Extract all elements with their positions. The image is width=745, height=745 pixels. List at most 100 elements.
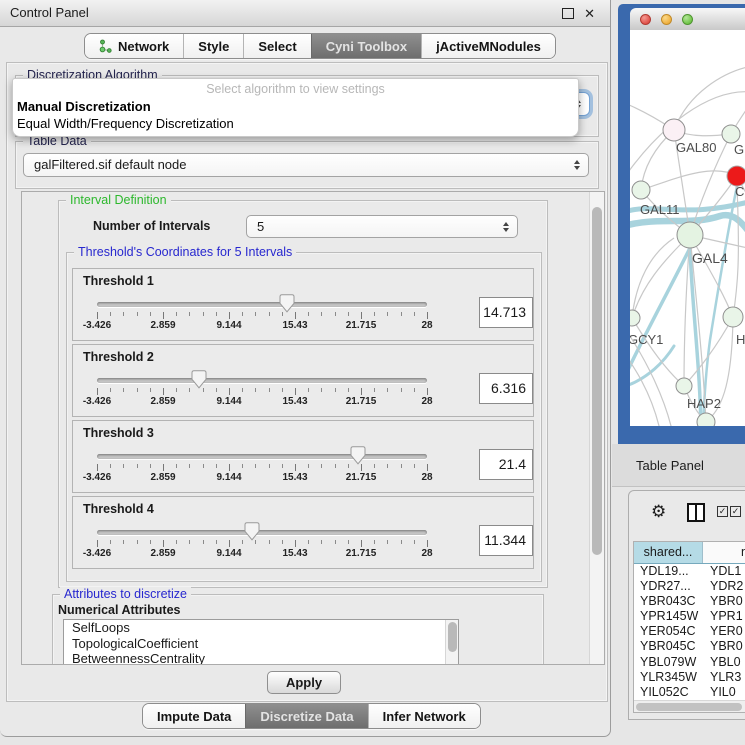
slider-track[interactable] <box>97 302 427 307</box>
table-cell-shared-name[interactable]: YBL079W <box>634 655 703 670</box>
table-cell-shared-name[interactable]: YLR345W <box>634 670 703 685</box>
table-cell-shared-name[interactable]: YBR043C <box>634 594 703 609</box>
table-cell-shared-name[interactable]: YER054C <box>634 624 703 639</box>
numerical-attributes-list[interactable]: SelfLoopsTopologicalCoefficientBetweenne… <box>63 619 459 665</box>
table-cell-shared-name[interactable]: YDR27... <box>634 579 703 594</box>
slider-tick <box>335 388 336 392</box>
tab-infer-network[interactable]: Infer Network <box>368 704 480 728</box>
number-of-intervals-spinner[interactable]: 5 <box>246 215 518 238</box>
slider-tick <box>176 388 177 392</box>
slider-tick-label: 2.859 <box>150 548 175 559</box>
svg-text:GAL11: GAL11 <box>640 202 680 217</box>
table-row[interactable]: YIL052CYIL0 <box>634 685 745 700</box>
table-row[interactable]: YDL19...YDL1 <box>634 564 745 579</box>
control-panel-titlebar: Control Panel ✕ <box>0 0 610 27</box>
threshold-value-field[interactable]: 11.344 <box>479 525 533 556</box>
node-attribute-table: shared... na YDL19...YDL1YDR27...YDR2YBR… <box>633 541 745 713</box>
slider-thumb[interactable] <box>279 294 295 313</box>
slider-tick <box>97 388 98 395</box>
node-g <box>722 125 740 143</box>
table-cell-name[interactable]: YPR1 <box>703 609 745 624</box>
attribute-item[interactable]: TopologicalCoefficient <box>64 636 458 652</box>
table-cell-shared-name[interactable]: YBR045C <box>634 639 703 654</box>
select-none-checkbox-icon[interactable]: ✓ <box>730 506 741 517</box>
table-cell-name[interactable]: YER0 <box>703 624 745 639</box>
slider-tick-label: 21.715 <box>346 320 377 331</box>
slider-tick <box>295 464 296 471</box>
table-row[interactable]: YLR345WYLR3 <box>634 670 745 685</box>
table-cell-name[interactable]: YBR0 <box>703 639 745 654</box>
control-panel-title: Control Panel <box>10 5 89 20</box>
slider-thumb[interactable] <box>191 370 207 389</box>
network-canvas[interactable]: GAL80 G C GAL11 GAL4 GCY1 H HAP2 <box>630 30 745 426</box>
slider-tick-label: 9.144 <box>216 472 241 483</box>
slider-tick <box>189 312 190 316</box>
minimize-traffic-light[interactable] <box>661 14 672 25</box>
table-row[interactable]: YPR145WYPR1 <box>634 609 745 624</box>
column-header-name[interactable]: na <box>703 542 745 563</box>
threshold-value-field[interactable]: 21.4 <box>479 449 533 480</box>
table-row[interactable]: YBL079WYBL0 <box>634 655 745 670</box>
table-hscrollbar[interactable] <box>634 700 745 712</box>
tab-cyni-toolbox[interactable]: Cyni Toolbox <box>311 34 421 58</box>
float-window-icon[interactable] <box>562 8 574 19</box>
close-traffic-light[interactable] <box>640 14 651 25</box>
table-data-combobox[interactable]: galFiltered.sif default node <box>23 153 589 177</box>
table-cell-shared-name[interactable]: YDL19... <box>634 564 703 579</box>
slider-tick <box>348 388 349 392</box>
slider-tick <box>203 464 204 468</box>
settings-scrollbar[interactable] <box>589 192 604 664</box>
close-icon[interactable]: ✕ <box>584 6 595 22</box>
table-cell-shared-name[interactable]: YIL052C <box>634 685 703 700</box>
tab-discretize-data[interactable]: Discretize Data <box>245 704 367 728</box>
slider-tick <box>427 388 428 395</box>
node-h <box>723 307 743 327</box>
node-red <box>727 166 745 186</box>
table-cell-name[interactable]: YBR0 <box>703 594 745 609</box>
table-cell-name[interactable]: YLR3 <box>703 670 745 685</box>
attribute-item[interactable]: SelfLoops <box>64 620 458 636</box>
column-header-shared-name[interactable]: shared... <box>634 542 703 563</box>
slider-thumb[interactable] <box>350 446 366 465</box>
threshold-panel-3: Threshold 3-3.4262.8599.14415.4321.71528… <box>72 420 534 493</box>
attributes-list-scrollbar[interactable] <box>445 620 458 665</box>
slider-thumb[interactable] <box>244 522 260 541</box>
slider-track[interactable] <box>97 378 427 383</box>
threshold-value-field[interactable]: 6.316 <box>479 373 533 404</box>
svg-text:H: H <box>736 332 745 347</box>
threshold-label: Threshold 1 <box>83 274 154 288</box>
table-row[interactable]: YER054CYER0 <box>634 624 745 639</box>
table-cell-name[interactable]: YBL0 <box>703 655 745 670</box>
algorithm-option-equal-width[interactable]: Equal Width/Frequency Discretization <box>17 116 234 131</box>
attribute-item[interactable]: BetweennessCentrality <box>64 651 458 665</box>
slider-tick <box>374 540 375 544</box>
columns-icon[interactable] <box>687 503 705 522</box>
threshold-value-field[interactable]: 14.713 <box>479 297 533 328</box>
select-all-checkbox-icon[interactable]: ✓ <box>717 506 728 517</box>
table-row[interactable]: YDR27...YDR2 <box>634 579 745 594</box>
slider-tick-label: 15.43 <box>282 396 307 407</box>
table-row[interactable]: YBR045CYBR0 <box>634 639 745 654</box>
slider-track[interactable] <box>97 530 427 535</box>
gear-icon[interactable]: ⚙ <box>651 502 666 522</box>
table-cell-shared-name[interactable]: YPR145W <box>634 609 703 624</box>
algorithm-option-manual[interactable]: Manual Discretization <box>17 99 151 114</box>
table-cell-name[interactable]: YDR2 <box>703 579 745 594</box>
tab-select[interactable]: Select <box>243 34 310 58</box>
tab-jactivemnodules[interactable]: jActiveMNodules <box>421 34 555 58</box>
table-cell-name[interactable]: YIL0 <box>703 685 745 700</box>
slider-tick <box>242 388 243 392</box>
tab-network[interactable]: Network <box>85 34 183 58</box>
zoom-traffic-light[interactable] <box>682 14 693 25</box>
slider-tick-label: 21.715 <box>346 396 377 407</box>
slider-tick-label: 28 <box>421 548 432 559</box>
tab-style[interactable]: Style <box>183 34 243 58</box>
slider-tick <box>374 312 375 316</box>
apply-button[interactable]: Apply <box>267 671 341 694</box>
tab-impute-data[interactable]: Impute Data <box>143 704 245 728</box>
table-row[interactable]: YBR043CYBR0 <box>634 594 745 609</box>
slider-tick <box>216 464 217 468</box>
table-cell-name[interactable]: YDL1 <box>703 564 745 579</box>
slider-tick <box>137 464 138 468</box>
slider-track[interactable] <box>97 454 427 459</box>
